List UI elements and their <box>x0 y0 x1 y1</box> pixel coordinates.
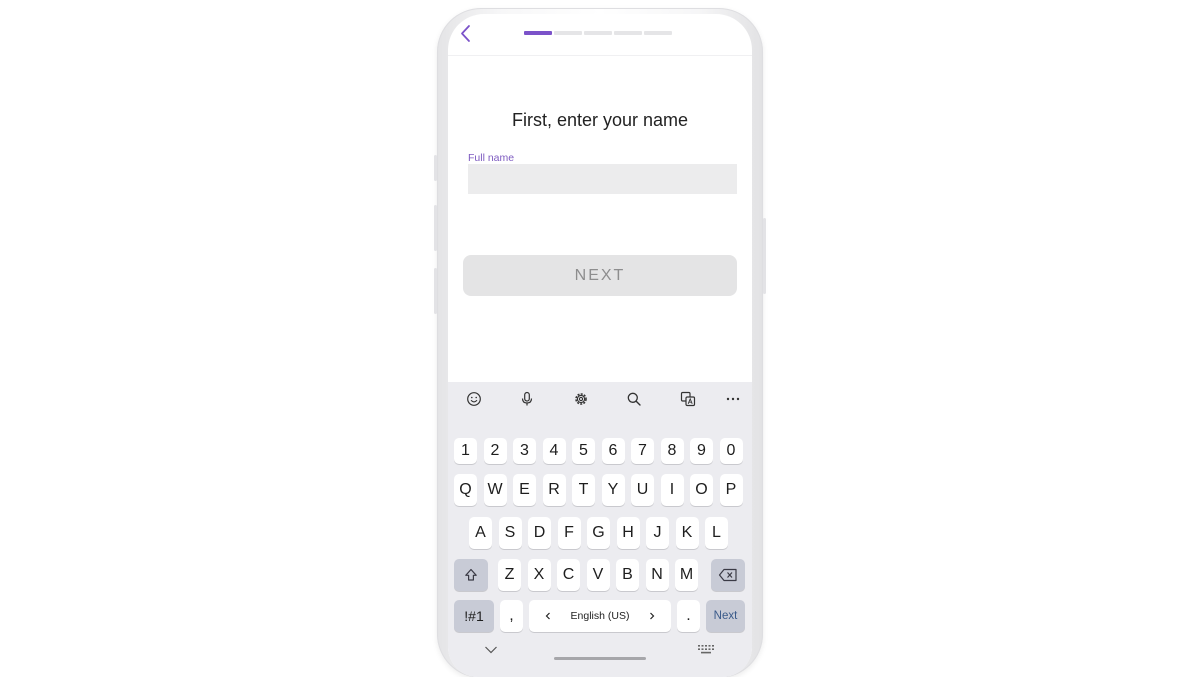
key-i[interactable]: I <box>660 474 684 506</box>
language-key[interactable]: English (US) <box>529 600 671 632</box>
key-b[interactable]: B <box>616 559 639 591</box>
progress-step <box>554 31 582 35</box>
mic-icon[interactable] <box>518 390 536 408</box>
onscreen-keyboard: !#1 , English (US) . Next 1234567890 QWER… <box>448 382 752 677</box>
key-9[interactable]: 9 <box>690 438 713 464</box>
key-h[interactable]: H <box>616 517 640 549</box>
key-k[interactable]: K <box>675 517 699 549</box>
key-0[interactable]: 0 <box>719 438 743 464</box>
symbols-key[interactable]: !#1 <box>454 600 494 632</box>
key-7[interactable]: 7 <box>631 438 654 464</box>
key-r[interactable]: R <box>542 474 566 506</box>
phone-volume-up <box>434 155 437 181</box>
search-icon[interactable] <box>625 390 643 408</box>
key-w[interactable]: W <box>483 474 507 506</box>
key-y[interactable]: Y <box>601 474 625 506</box>
key-c[interactable]: C <box>557 559 580 591</box>
back-button[interactable] <box>456 22 476 46</box>
key-s[interactable]: S <box>498 517 522 549</box>
home-indicator <box>554 657 646 660</box>
key-3[interactable]: 3 <box>513 438 536 464</box>
shift-icon <box>465 568 477 581</box>
key-m[interactable]: M <box>675 559 698 591</box>
header-divider <box>448 55 752 56</box>
progress-indicator <box>524 31 672 35</box>
phone-screen: First, enter your name Full name NEXT !#… <box>448 14 752 677</box>
key-2[interactable]: 2 <box>483 438 507 464</box>
key-6[interactable]: 6 <box>601 438 625 464</box>
key-f[interactable]: F <box>557 517 581 549</box>
key-4[interactable]: 4 <box>542 438 566 464</box>
key-p[interactable]: P <box>719 474 743 506</box>
more-icon[interactable] <box>724 390 742 408</box>
period-key[interactable]: . <box>677 600 700 632</box>
backspace-key[interactable] <box>711 559 745 591</box>
system-nav-bar <box>448 634 752 674</box>
next-button[interactable]: NEXT <box>463 255 737 296</box>
chevron-right-small-icon <box>650 612 655 620</box>
keyboard-switch-icon[interactable] <box>697 644 715 656</box>
phone-volume-down <box>434 205 437 251</box>
comma-key[interactable]: , <box>500 600 523 632</box>
progress-step <box>584 31 612 35</box>
key-8[interactable]: 8 <box>660 438 684 464</box>
key-t[interactable]: T <box>572 474 595 506</box>
keyboard-next-key[interactable]: Next <box>706 600 745 632</box>
emoji-icon[interactable] <box>465 390 483 408</box>
shift-key[interactable] <box>454 559 488 591</box>
key-1[interactable]: 1 <box>454 438 477 464</box>
key-a[interactable]: A <box>469 517 492 549</box>
full-name-label: Full name <box>468 152 515 164</box>
page-title: First, enter your name <box>511 110 689 130</box>
key-x[interactable]: X <box>527 559 551 591</box>
full-name-input[interactable] <box>468 164 737 194</box>
settings-icon[interactable] <box>572 390 590 408</box>
progress-step <box>524 31 552 35</box>
phone-bixby-button <box>434 268 437 314</box>
key-v[interactable]: V <box>586 559 610 591</box>
progress-step <box>644 31 672 35</box>
key-g[interactable]: G <box>587 517 610 549</box>
chevron-left-icon <box>461 25 470 42</box>
key-o[interactable]: O <box>690 474 713 506</box>
phone-power-button <box>763 218 766 294</box>
key-u[interactable]: U <box>631 474 654 506</box>
key-5[interactable]: 5 <box>572 438 595 464</box>
key-l[interactable]: L <box>705 517 728 549</box>
stage: First, enter your name Full name NEXT !#… <box>0 0 1200 677</box>
key-d[interactable]: D <box>528 517 551 549</box>
key-z[interactable]: Z <box>498 559 521 591</box>
key-q[interactable]: Q <box>454 474 477 506</box>
key-j[interactable]: J <box>646 517 669 549</box>
progress-step <box>614 31 642 35</box>
hide-keyboard-icon[interactable] <box>483 644 499 656</box>
key-n[interactable]: N <box>645 559 669 591</box>
key-e[interactable]: E <box>513 474 536 506</box>
language-label: English (US) <box>570 610 630 622</box>
keyboard-toolbar <box>448 382 752 416</box>
backspace-icon <box>718 568 737 582</box>
chevron-left-small-icon <box>545 612 550 620</box>
translate-icon[interactable] <box>679 390 697 408</box>
